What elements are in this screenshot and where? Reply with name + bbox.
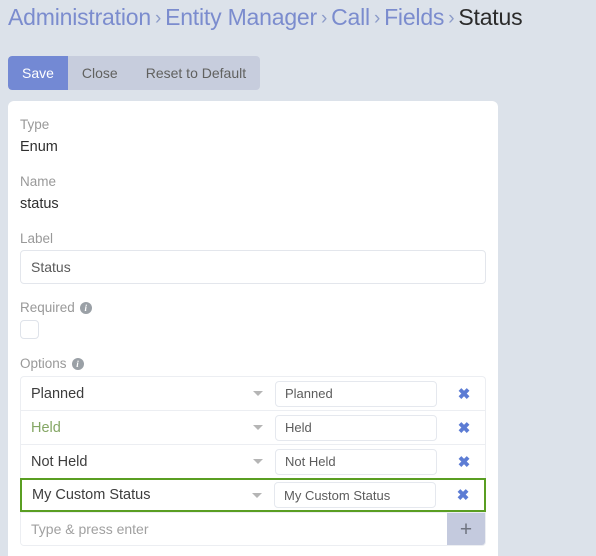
option-row[interactable]: My Custom Status ✖ bbox=[20, 478, 486, 512]
action-button-group: Save Close Reset to Default bbox=[8, 56, 261, 90]
chevron-down-icon[interactable] bbox=[253, 425, 263, 430]
option-name: Planned bbox=[31, 385, 85, 402]
required-label-text: Required bbox=[20, 300, 75, 315]
remove-option-icon[interactable]: ✖ bbox=[446, 486, 484, 504]
chevron-down-icon[interactable] bbox=[252, 492, 262, 498]
option-value-input[interactable] bbox=[274, 482, 436, 508]
required-checkbox[interactable] bbox=[20, 320, 39, 339]
type-label: Type bbox=[20, 115, 486, 135]
breadcrumb-separator: › bbox=[373, 8, 381, 29]
breadcrumb-item-call[interactable]: Call bbox=[331, 4, 370, 30]
option-value-wrapper bbox=[275, 448, 447, 475]
options-list: Planned ✖ Held ✖ Not Held ✖ My Custom Status ✖ bbox=[20, 376, 486, 512]
breadcrumb-item-status: Status bbox=[458, 4, 523, 30]
breadcrumb-item-fields[interactable]: Fields bbox=[384, 4, 444, 30]
breadcrumb-separator: › bbox=[154, 8, 162, 29]
close-button[interactable]: Close bbox=[68, 56, 132, 90]
option-value-input[interactable] bbox=[275, 380, 437, 407]
breadcrumb-item-administration[interactable]: Administration bbox=[8, 4, 151, 30]
reset-to-default-button[interactable]: Reset to Default bbox=[132, 56, 260, 90]
breadcrumb-item-entity-manager[interactable]: Entity Manager bbox=[165, 4, 317, 30]
option-value-wrapper bbox=[275, 414, 447, 441]
breadcrumb-separator: › bbox=[448, 8, 455, 29]
label-label: Label bbox=[20, 229, 486, 249]
add-option-button[interactable]: + bbox=[447, 513, 485, 545]
option-row[interactable]: Planned ✖ bbox=[20, 376, 486, 410]
options-label: Options i bbox=[20, 354, 486, 374]
label-field-group: Label bbox=[20, 229, 486, 284]
name-label: Name bbox=[20, 172, 486, 192]
breadcrumb-separator: › bbox=[320, 8, 328, 29]
label-label-text: Label bbox=[20, 231, 54, 246]
save-button[interactable]: Save bbox=[8, 56, 68, 90]
required-label: Required i bbox=[20, 298, 486, 318]
remove-option-icon[interactable]: ✖ bbox=[447, 453, 485, 471]
name-value: status bbox=[20, 196, 59, 212]
remove-option-icon[interactable]: ✖ bbox=[447, 419, 485, 437]
option-row[interactable]: Held ✖ bbox=[20, 410, 486, 444]
required-field-group: Required i bbox=[20, 298, 486, 339]
option-name: Held bbox=[31, 419, 61, 436]
remove-option-icon[interactable]: ✖ bbox=[447, 385, 485, 403]
type-value: Enum bbox=[20, 139, 58, 155]
option-row[interactable]: Not Held ✖ bbox=[20, 444, 486, 478]
option-value-wrapper bbox=[275, 380, 447, 407]
option-value-wrapper bbox=[274, 482, 446, 508]
label-input[interactable] bbox=[20, 250, 486, 284]
option-name: My Custom Status bbox=[32, 487, 151, 503]
option-value-input[interactable] bbox=[275, 414, 437, 441]
options-label-text: Options bbox=[20, 356, 67, 371]
add-option-row: + bbox=[20, 512, 486, 546]
option-value-input[interactable] bbox=[275, 448, 437, 475]
option-name: Not Held bbox=[31, 453, 88, 470]
chevron-down-icon[interactable] bbox=[253, 459, 263, 464]
name-label-text: Name bbox=[20, 174, 57, 189]
info-icon[interactable]: i bbox=[79, 302, 92, 314]
chevron-down-icon[interactable] bbox=[253, 391, 263, 396]
add-option-input[interactable] bbox=[21, 513, 447, 545]
breadcrumb: Administration › Entity Manager › Call › Field… bbox=[8, 2, 523, 34]
field-detail-panel: Type Enum Name status Label Required i O… bbox=[8, 101, 498, 556]
type-label-text: Type bbox=[20, 117, 50, 132]
info-icon[interactable]: i bbox=[71, 358, 84, 370]
options-field-group: Options i Planned✖Held✖Not Held✖My Custo… bbox=[20, 354, 486, 546]
